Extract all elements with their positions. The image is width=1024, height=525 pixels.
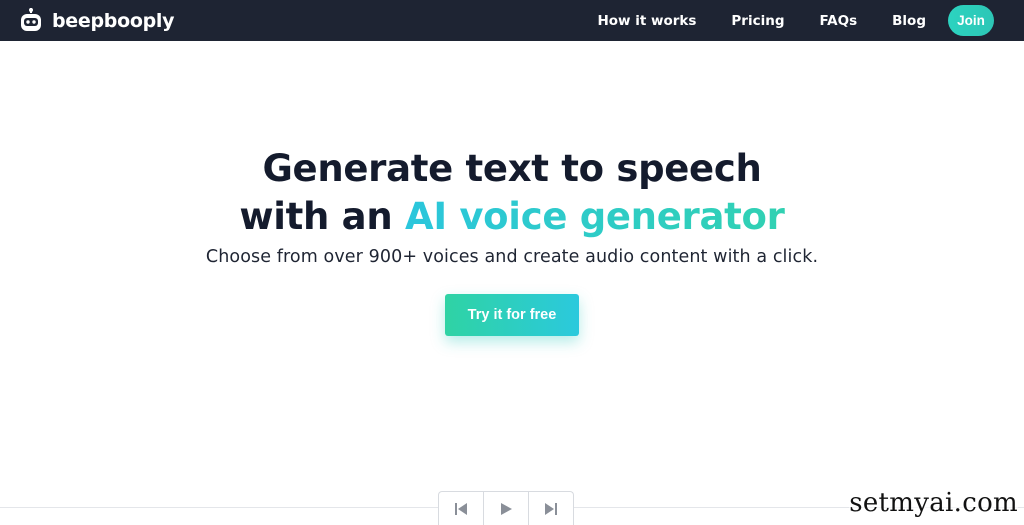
nav-blog[interactable]: Blog bbox=[892, 13, 926, 29]
nav-how-it-works[interactable]: How it works bbox=[597, 13, 696, 29]
hero-title-accent: AI voice generator bbox=[404, 195, 785, 238]
brand-name: beepbooply bbox=[52, 9, 175, 32]
robot-logo-icon bbox=[21, 7, 41, 31]
hero-section: Generate text to speech with an AI voice… bbox=[0, 41, 1024, 336]
skip-back-icon bbox=[455, 502, 467, 515]
hero-title-prefix: with an bbox=[239, 195, 405, 238]
skip-forward-icon bbox=[545, 502, 557, 515]
watermark-text: setmyai.com bbox=[849, 488, 1018, 518]
brand-logo-link[interactable]: beepbooply bbox=[20, 7, 175, 34]
top-navbar: beepbooply How it works Pricing FAQs Blo… bbox=[0, 0, 1024, 41]
nav-pricing[interactable]: Pricing bbox=[731, 13, 784, 29]
play-button[interactable] bbox=[484, 492, 529, 525]
hero-subtitle: Choose from over 900+ voices and create … bbox=[205, 247, 819, 267]
main-nav: How it works Pricing FAQs Blog Join bbox=[597, 5, 994, 36]
try-it-free-button[interactable]: Try it for free bbox=[445, 294, 579, 336]
skip-forward-button[interactable] bbox=[529, 492, 573, 525]
play-icon bbox=[501, 502, 512, 515]
hero-title-line-2: with an AI voice generator bbox=[0, 193, 1024, 241]
audio-player-controls bbox=[438, 491, 574, 525]
join-button[interactable]: Join bbox=[948, 5, 994, 36]
hero-title-line-1: Generate text to speech bbox=[262, 147, 762, 190]
skip-back-button[interactable] bbox=[439, 492, 484, 525]
hero-title: Generate text to speech with an AI voice… bbox=[0, 145, 1024, 241]
nav-faqs[interactable]: FAQs bbox=[820, 13, 858, 29]
